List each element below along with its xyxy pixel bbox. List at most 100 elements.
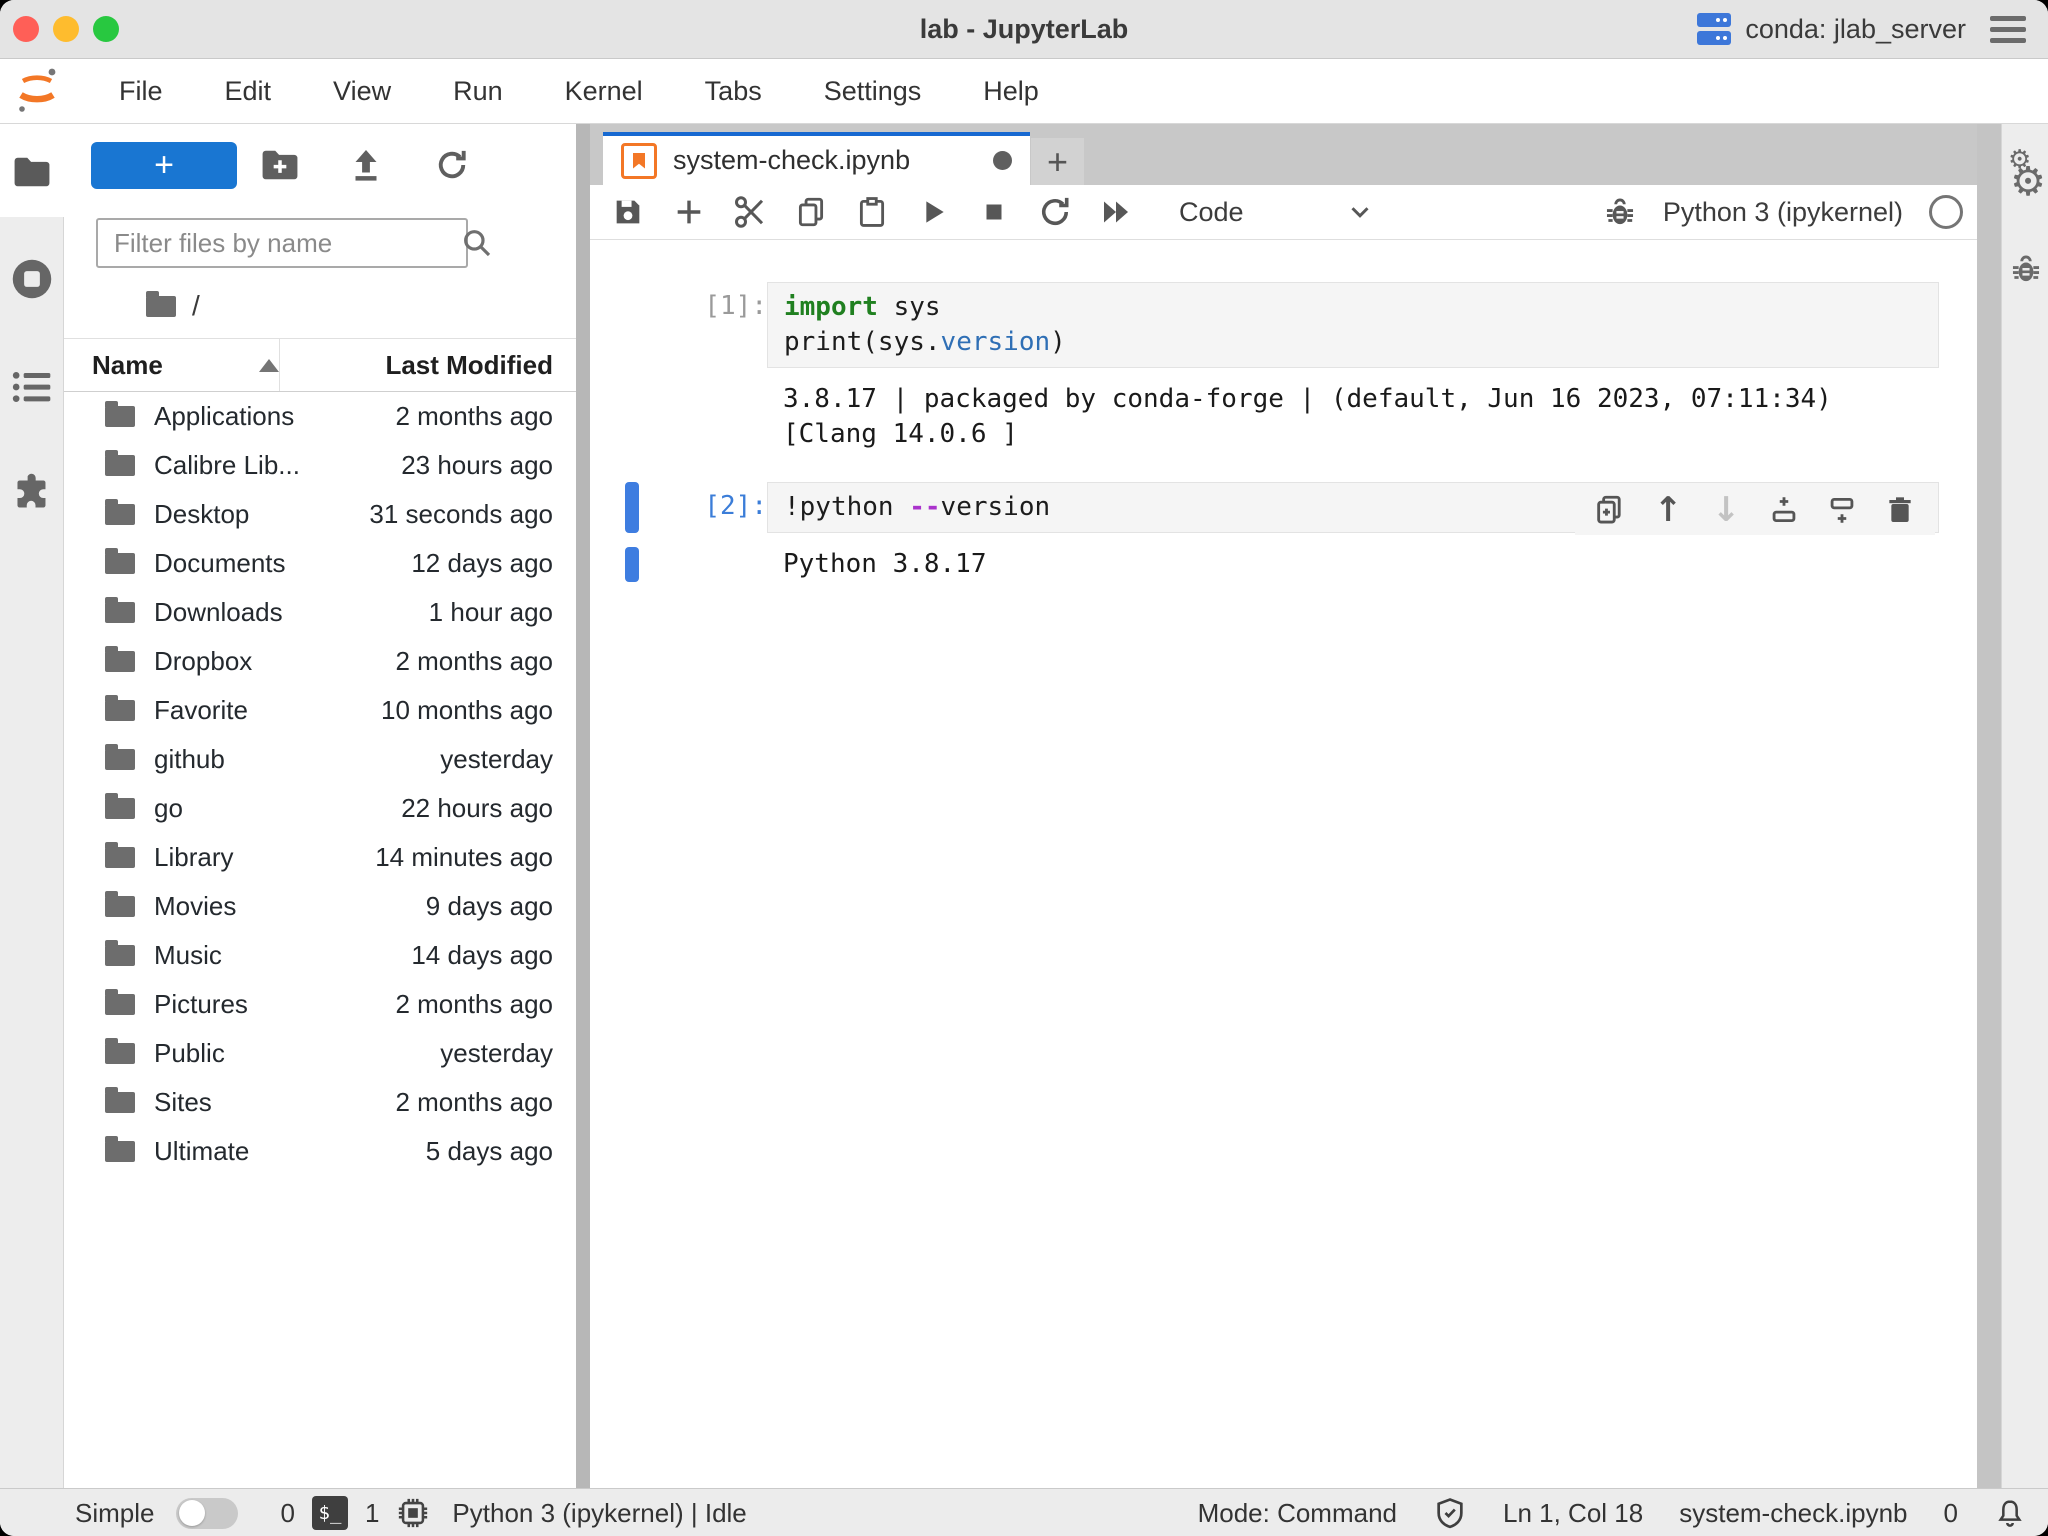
file-row[interactable]: Sites2 months ago: [64, 1078, 576, 1127]
file-row[interactable]: Downloads1 hour ago: [64, 588, 576, 637]
file-row[interactable]: Movies9 days ago: [64, 882, 576, 931]
file-row[interactable]: Ultimate5 days ago: [64, 1127, 576, 1176]
file-row[interactable]: Dropbox2 months ago: [64, 637, 576, 686]
run-cell-icon[interactable]: [911, 190, 955, 234]
file-row[interactable]: Documents12 days ago: [64, 539, 576, 588]
menu-item-view[interactable]: View: [302, 76, 422, 107]
file-row[interactable]: Publicyesterday: [64, 1029, 576, 1078]
file-filter-input[interactable]: [98, 228, 449, 259]
bell-icon[interactable]: [1994, 1497, 2026, 1529]
move-cell-down-icon[interactable]: ↓: [1697, 487, 1755, 533]
debugger-bug-icon[interactable]: [1603, 195, 1637, 229]
copy-cells-icon[interactable]: [789, 190, 833, 234]
file-name: Music: [154, 940, 313, 971]
input-collapser[interactable]: [625, 482, 639, 533]
extension-manager-tab-icon[interactable]: [0, 470, 64, 512]
move-cell-up-icon[interactable]: ↑: [1639, 487, 1697, 533]
debugger-tab-icon[interactable]: [2009, 252, 2043, 286]
file-row[interactable]: Calibre Lib...23 hours ago: [64, 441, 576, 490]
file-modified: 14 days ago: [313, 940, 576, 971]
file-row[interactable]: githubyesterday: [64, 735, 576, 784]
paste-cells-icon[interactable]: [850, 190, 894, 234]
simple-mode-toggle[interactable]: [176, 1498, 238, 1529]
file-name: Documents: [154, 548, 313, 579]
kernel-status-icon[interactable]: [1929, 195, 1963, 229]
file-name: Ultimate: [154, 1136, 313, 1167]
save-icon[interactable]: [606, 190, 650, 234]
code-input-area[interactable]: import sysprint(sys.version): [767, 282, 1939, 368]
refresh-button[interactable]: [409, 147, 495, 183]
menubar: FileEditViewRunKernelTabsSettingsHelp: [0, 59, 2048, 124]
duplicate-cell-icon[interactable]: [1581, 487, 1639, 533]
table-of-contents-tab-icon[interactable]: [0, 370, 64, 404]
output-collapser[interactable]: [625, 547, 639, 582]
file-list: Applications2 months agoCalibre Lib...23…: [64, 392, 576, 1488]
kernel-chip-icon[interactable]: [396, 1496, 430, 1530]
cell-type-dropdown[interactable]: Code: [1179, 197, 1375, 228]
folder-icon: [105, 553, 135, 574]
file-row[interactable]: Music14 days ago: [64, 931, 576, 980]
file-row[interactable]: go22 hours ago: [64, 784, 576, 833]
trust-shield-icon[interactable]: [1433, 1496, 1467, 1530]
insert-cell-above-icon[interactable]: [1755, 487, 1813, 533]
menu-item-edit[interactable]: Edit: [194, 76, 303, 107]
terminal-icon[interactable]: $_: [312, 1496, 348, 1530]
menu-item-help[interactable]: Help: [952, 76, 1070, 107]
folder-icon: [105, 994, 135, 1015]
command-mode-indicator[interactable]: Mode: Command: [1198, 1498, 1397, 1529]
menu-item-tabs[interactable]: Tabs: [674, 76, 793, 107]
file-row[interactable]: Pictures2 months ago: [64, 980, 576, 1029]
notifications-count: 0: [1944, 1498, 1958, 1529]
jupyterlab-window: lab - JupyterLab conda: jlab_server File…: [0, 0, 2048, 1536]
menu-item-settings[interactable]: Settings: [793, 76, 953, 107]
file-modified: 9 days ago: [313, 891, 576, 922]
kernel-status-text[interactable]: Python 3 (ipykernel) | Idle: [452, 1498, 746, 1529]
kernel-name-button[interactable]: Python 3 (ipykernel): [1663, 197, 1903, 228]
new-launcher-button[interactable]: +: [91, 142, 237, 189]
root-folder-icon[interactable]: [146, 296, 176, 317]
file-row[interactable]: Favorite10 months ago: [64, 686, 576, 735]
file-list-header: Name Last Modified: [64, 339, 576, 392]
folder-icon: [105, 1043, 135, 1064]
name-column-header[interactable]: Name: [64, 350, 279, 381]
new-tab-button[interactable]: +: [1031, 138, 1084, 185]
menu-item-run[interactable]: Run: [422, 76, 534, 107]
unsaved-changes-dot[interactable]: [993, 151, 1012, 170]
cursor-position[interactable]: Ln 1, Col 18: [1503, 1498, 1643, 1529]
interrupt-kernel-icon[interactable]: [972, 190, 1016, 234]
property-inspector-tab-icon[interactable]: ⚙⚙: [2002, 146, 2048, 202]
cell-type-value: Code: [1179, 197, 1244, 228]
file-name: Movies: [154, 891, 313, 922]
tab-system-check[interactable]: system-check.ipynb: [603, 132, 1030, 185]
insert-cell-below-icon[interactable]: [1813, 487, 1871, 533]
folder-icon: [105, 455, 135, 476]
file-row[interactable]: Applications2 months ago: [64, 392, 576, 441]
file-browser-tab-icon[interactable]: [0, 156, 64, 188]
file-modified: 2 months ago: [313, 1087, 576, 1118]
cut-cells-icon[interactable]: [728, 190, 772, 234]
file-row[interactable]: Desktop31 seconds ago: [64, 490, 576, 539]
notebook-cell: [1]:import sysprint(sys.version)3.8.17 |…: [590, 282, 1977, 452]
breadcrumb: /: [64, 268, 576, 339]
upload-button[interactable]: [323, 147, 409, 183]
menu-item-kernel[interactable]: Kernel: [534, 76, 674, 107]
restart-kernel-icon[interactable]: [1033, 190, 1077, 234]
file-modified: 10 months ago: [313, 695, 576, 726]
modified-column-header[interactable]: Last Modified: [279, 339, 576, 391]
insert-cell-icon[interactable]: [667, 190, 711, 234]
panel-resize-handle[interactable]: [576, 124, 590, 1488]
file-row[interactable]: Library14 minutes ago: [64, 833, 576, 882]
statusbar-filename[interactable]: system-check.ipynb: [1679, 1498, 1907, 1529]
folder-icon: [105, 847, 135, 868]
dock-scrollbar-strip[interactable]: [1977, 124, 2001, 1488]
restart-run-all-icon[interactable]: [1094, 190, 1138, 234]
file-modified: 31 seconds ago: [313, 499, 576, 530]
code-input-area[interactable]: !python --version ↑ ↓: [767, 482, 1939, 533]
terminals-count: 0: [280, 1498, 294, 1529]
menu-item-file[interactable]: File: [88, 76, 194, 107]
hamburger-menu-icon[interactable]: [1990, 16, 2026, 43]
breadcrumb-path[interactable]: /: [192, 290, 200, 322]
delete-cell-icon[interactable]: [1871, 487, 1929, 533]
new-folder-button[interactable]: [237, 149, 323, 181]
running-kernels-tab-icon[interactable]: [0, 258, 64, 300]
